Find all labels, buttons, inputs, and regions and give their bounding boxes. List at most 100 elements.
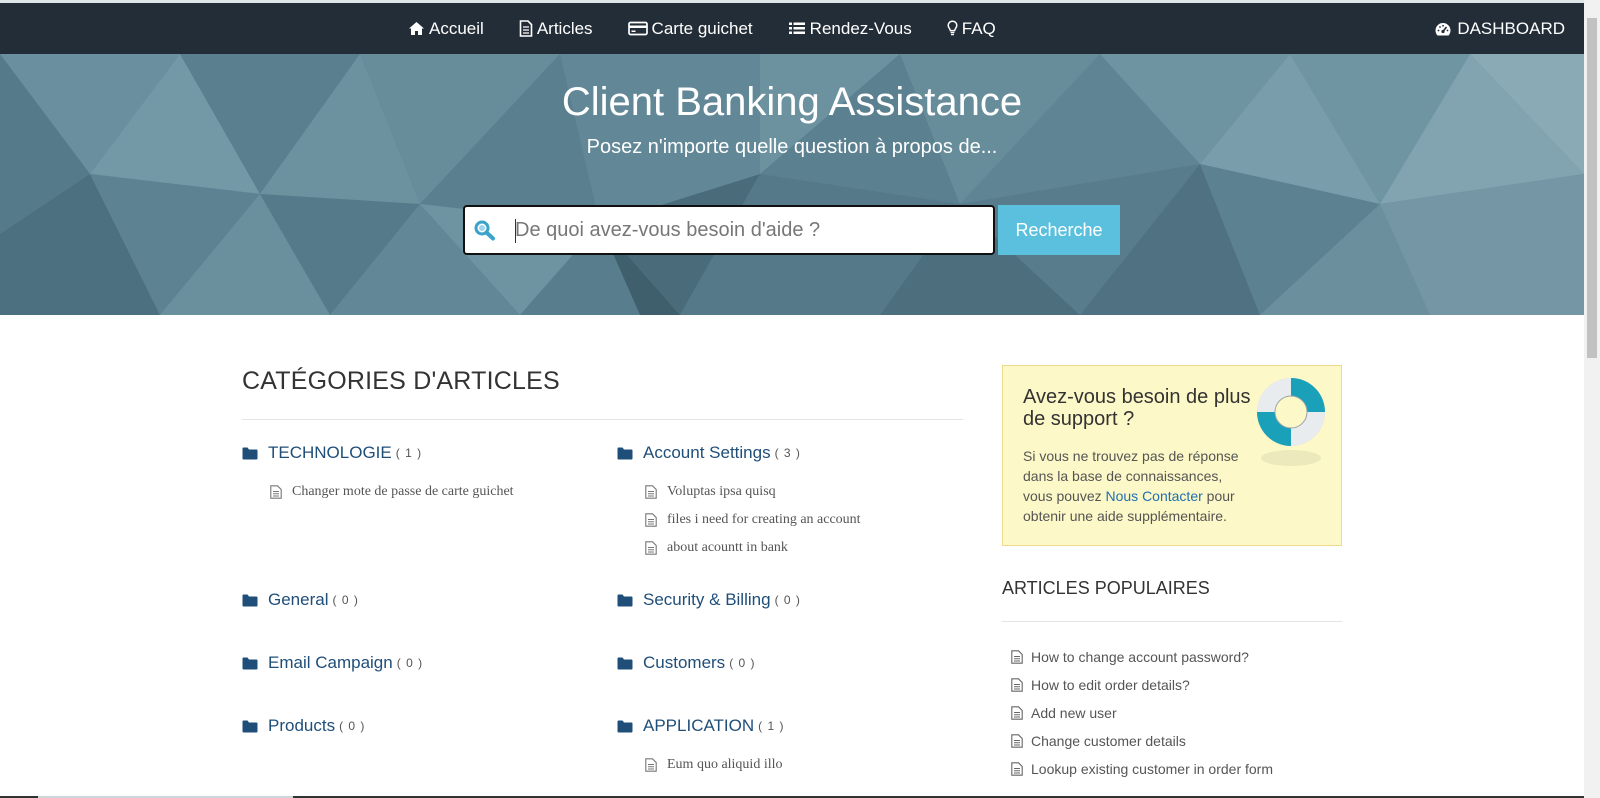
popular-article-link[interactable]: How to change account password? [1011,643,1273,671]
page-subtitle: Posez n'importe quelle question à propos… [586,136,998,158]
category-link[interactable]: Customers ( 0 ) [617,653,756,673]
category-link[interactable]: General ( 0 ) [242,590,359,610]
dashboard-icon [1434,21,1452,37]
article-title: Changer mote de passe de carte guichet [292,484,514,499]
category-email-campaign: Email Campaign ( 0 ) [242,653,423,673]
document-icon [270,485,282,499]
folder-icon [242,720,258,733]
support-text: Si vous ne trouvez pas de réponse dans l… [1023,446,1248,526]
folder-icon [617,657,633,670]
nav-label: FAQ [961,18,996,38]
list-icon [788,21,806,36]
article-link[interactable]: Changer mote de passe de carte guichet [270,478,514,506]
category-account-settings: Account Settings ( 3 ) Voluptas ipsa qui… [617,443,861,562]
popular-article-link[interactable]: Lookup existing customer in order form [1011,755,1273,783]
category-customers: Customers ( 0 ) [617,653,756,673]
dashboard-label: DASHBOARD [1457,18,1565,38]
article-title: files i need for creating an account [667,512,861,527]
popular-article-title: Lookup existing customer in order form [1031,761,1273,777]
category-count: ( 0 ) [396,656,424,670]
article-link[interactable]: Eum quo aliquid illo [645,751,785,779]
search-icon [473,219,497,246]
popular-article-link[interactable]: Change customer details [1011,727,1273,755]
nav-item-dashboard[interactable]: DASHBOARD [1434,3,1565,54]
nav-item-articles[interactable]: Articles [519,19,593,39]
category-link[interactable]: Email Campaign ( 0 ) [242,653,423,673]
category-name: General [268,590,329,609]
nav-item-carte-guichet[interactable]: Carte guichet [627,18,753,39]
category-count: ( 0 ) [339,719,366,733]
document-icon [1011,734,1023,748]
document-icon [1011,678,1023,692]
support-title: Avez-vous besoin de plus de support ? [1023,386,1251,430]
divider [1002,621,1342,622]
contact-link[interactable]: Nous Contacter [1106,488,1203,504]
folder-icon [242,594,258,607]
category-security-billing: Security & Billing ( 0 ) [617,590,801,610]
article-title: Voluptas ipsa quisq [667,484,776,499]
category-link[interactable]: TECHNOLOGIE ( 1 ) [242,443,514,463]
category-name: Customers [643,653,726,672]
category-name: APPLICATION [643,716,755,735]
nav-item-faq[interactable]: FAQ [947,19,996,39]
category-count: ( 0 ) [332,593,359,607]
category-link[interactable]: APPLICATION ( 1 ) [617,716,785,736]
category-link[interactable]: Account Settings ( 3 ) [617,443,861,463]
article-link[interactable]: about acountt in bank [645,534,861,562]
page-title: Client Banking Assistance [561,80,1023,124]
lightbulb-icon [947,20,958,37]
category-products: Products ( 0 ) [242,716,365,736]
file-icon [519,20,533,37]
popular-heading: ARTICLES POPULAIRES [1002,578,1210,598]
nav-label: Accueil [429,18,484,38]
vertical-scrollbar[interactable] [1584,0,1600,798]
categories-heading: CATÉGORIES D'ARTICLES [242,367,560,395]
category-technologie: TECHNOLOGIE ( 1 ) Changer mote de passe … [242,443,514,506]
search-box [463,205,995,255]
category-link[interactable]: Products ( 0 ) [242,716,365,736]
document-icon [1011,706,1023,720]
folder-icon [617,720,633,733]
nav-label: Carte guichet [651,18,753,38]
search-button[interactable]: Recherche [998,205,1120,255]
support-panel: Avez-vous besoin de plus de support ? Si… [1002,365,1342,546]
nav-label: Articles [536,18,593,38]
popular-article-link[interactable]: Add new user [1011,699,1273,727]
popular-articles-list: How to change account password? How to e… [1011,643,1273,783]
nav-item-rendez-vous[interactable]: Rendez-Vous [788,19,912,39]
hero-banner: Client Banking Assistance Posez n'import… [0,54,1584,315]
top-navbar: Accueil Articles Carte guichet Rendez-Vo… [0,3,1584,54]
category-count: ( 1 ) [758,719,785,733]
document-icon [645,758,657,772]
popular-article-title: Change customer details [1031,733,1186,749]
nav-label: Rendez-Vous [809,18,912,38]
document-icon [645,513,657,527]
folder-icon [242,657,258,670]
article-link[interactable]: Voluptas ipsa quisq [645,478,861,506]
lifebuoy-icon [1255,376,1327,477]
credit-card-icon [627,21,648,36]
category-name: Security & Billing [643,590,771,609]
folder-icon [617,447,633,460]
scrollbar-thumb[interactable] [1587,18,1597,358]
article-link[interactable]: files i need for creating an account [645,506,861,534]
category-count: ( 0 ) [729,656,756,670]
category-count: ( 0 ) [774,593,801,607]
search-input[interactable] [515,216,975,244]
category-name: Email Campaign [268,653,393,672]
document-icon [1011,762,1023,776]
category-general: General ( 0 ) [242,590,359,610]
category-count: ( 1 ) [395,446,423,460]
nav-item-accueil[interactable]: Accueil [408,19,484,39]
nav-menu: Accueil Articles Carte guichet Rendez-Vo… [408,3,1031,54]
category-application: APPLICATION ( 1 ) Eum quo aliquid illo [617,716,785,779]
folder-icon [617,594,633,607]
category-count: ( 3 ) [774,446,801,460]
divider [242,419,963,420]
category-link[interactable]: Security & Billing ( 0 ) [617,590,801,610]
popular-article-title: Add new user [1031,705,1117,721]
category-name: TECHNOLOGIE [268,443,392,462]
document-icon [645,541,657,555]
popular-article-link[interactable]: How to edit order details? [1011,671,1273,699]
document-icon [1011,650,1023,664]
